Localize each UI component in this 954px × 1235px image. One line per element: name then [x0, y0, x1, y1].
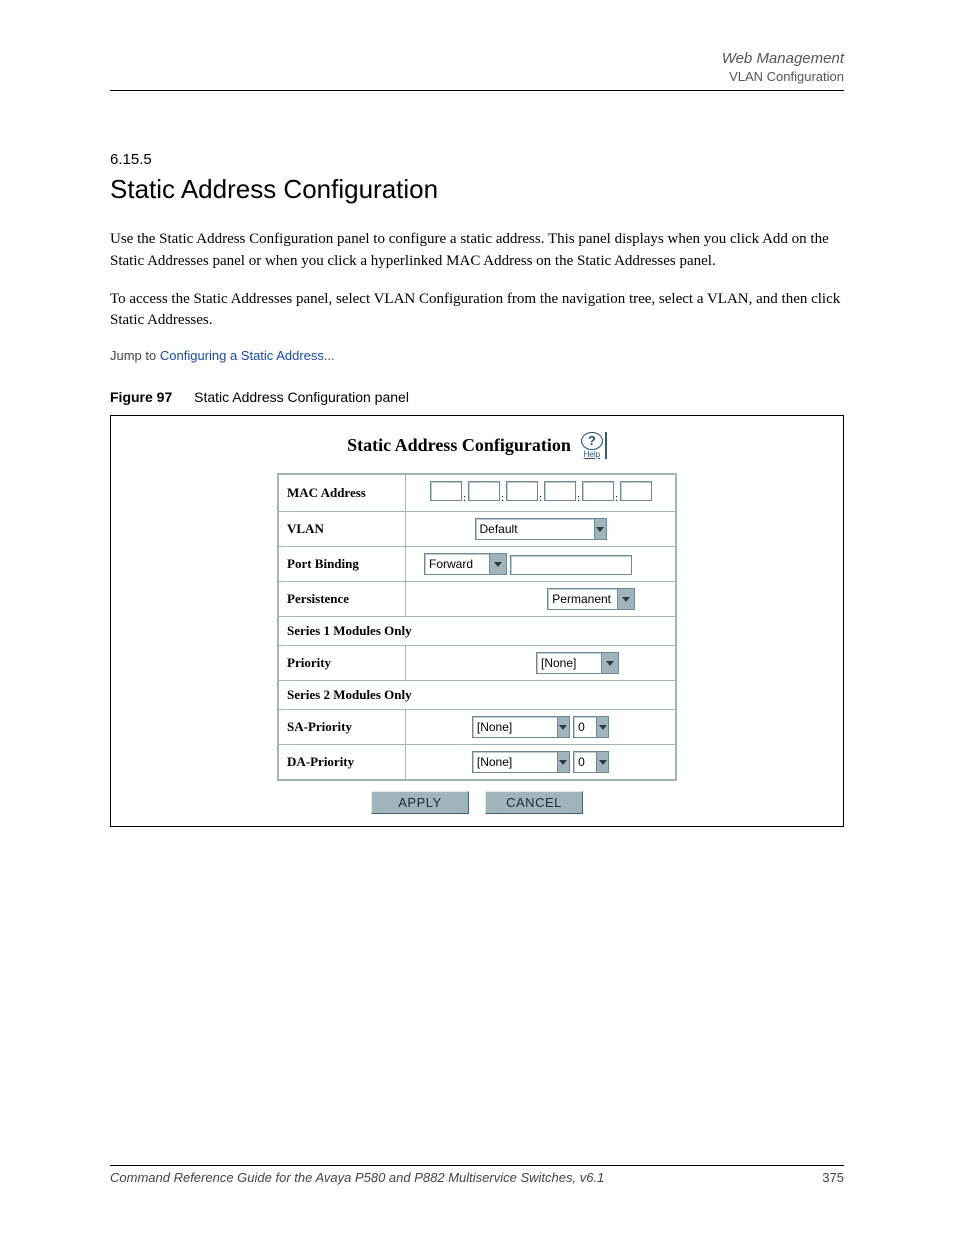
mac-seg-2[interactable] [468, 481, 500, 501]
row-priority: Priority [None] [278, 646, 676, 681]
config-panel: Static Address Configuration ? Help MAC … [111, 416, 843, 826]
config-form-table: MAC Address ::::: VLAN Default Po [277, 473, 677, 781]
chevron-down-icon [489, 554, 506, 574]
mac-address-value: ::::: [406, 474, 677, 512]
da-priority-label: DA-Priority [278, 745, 406, 781]
row-port-binding: Port Binding Forward [278, 547, 676, 582]
sa-priority-label: SA-Priority [278, 710, 406, 745]
jump-prefix: Jump to [110, 348, 160, 363]
chevron-down-icon [601, 653, 618, 673]
da-priority-num-select[interactable]: 0 [573, 751, 609, 773]
jump-link[interactable]: Configuring a Static Address [160, 348, 324, 363]
apply-button[interactable]: APPLY [371, 791, 469, 814]
figure-caption: Figure 97 Static Address Configuration p… [110, 389, 844, 405]
chevron-down-icon [594, 519, 606, 539]
mac-seg-6[interactable] [620, 481, 652, 501]
priority-label: Priority [278, 646, 406, 681]
body-text: Use the Static Address Configuration pan… [110, 229, 844, 332]
da-priority-select[interactable]: [None] [472, 751, 570, 773]
button-row: APPLY CANCEL [133, 791, 821, 814]
header-line-1: Web Management [110, 50, 844, 67]
sa-priority-value: [None] [473, 717, 557, 737]
jump-suffix: ... [324, 348, 335, 363]
vlan-select-value: Default [476, 519, 594, 539]
screenshot-frame: Static Address Configuration ? Help MAC … [110, 415, 844, 827]
figure-text: Static Address Configuration panel [194, 389, 409, 405]
row-series2-header: Series 2 Modules Only [278, 681, 676, 710]
mac-seg-4[interactable] [544, 481, 576, 501]
paragraph-1: Use the Static Address Configuration pan… [110, 229, 844, 273]
port-binding-select[interactable]: Forward [424, 553, 507, 575]
figure-label: Figure 97 [110, 389, 172, 405]
footer-rule [110, 1165, 844, 1166]
page-footer: Command Reference Guide for the Avaya P5… [110, 1165, 844, 1185]
row-mac: MAC Address ::::: [278, 474, 676, 512]
paragraph-2: To access the Static Addresses panel, se… [110, 289, 844, 333]
vlan-label: VLAN [278, 512, 406, 547]
mac-seg-1[interactable] [430, 481, 462, 501]
series2-header: Series 2 Modules Only [278, 681, 676, 710]
row-sa-priority: SA-Priority [None] 0 [278, 710, 676, 745]
persistence-value: Permanent [548, 589, 617, 609]
da-priority-value: [None] [473, 752, 557, 772]
header-rule [110, 90, 844, 91]
section-number: 6.15.5 [110, 151, 844, 168]
chevron-down-icon [557, 717, 569, 737]
series1-header: Series 1 Modules Only [278, 617, 676, 646]
vlan-select[interactable]: Default [475, 518, 607, 540]
row-da-priority: DA-Priority [None] 0 [278, 745, 676, 781]
persistence-label: Persistence [278, 582, 406, 617]
panel-title: Static Address Configuration [347, 435, 571, 456]
help-icon[interactable]: ? Help [581, 432, 607, 459]
sa-priority-num-select[interactable]: 0 [573, 716, 609, 738]
port-binding-input[interactable] [510, 555, 632, 575]
jump-line: Jump to Configuring a Static Address... [110, 348, 844, 363]
priority-select[interactable]: [None] [536, 652, 619, 674]
sa-priority-num: 0 [574, 717, 596, 737]
sa-priority-select[interactable]: [None] [472, 716, 570, 738]
priority-value: [None] [537, 653, 601, 673]
port-binding-label: Port Binding [278, 547, 406, 582]
row-persistence: Persistence Permanent [278, 582, 676, 617]
footer-left: Command Reference Guide for the Avaya P5… [110, 1170, 604, 1185]
section-title: Static Address Configuration [110, 174, 844, 205]
mac-seg-5[interactable] [582, 481, 614, 501]
question-mark-icon: ? [581, 432, 603, 450]
cancel-button[interactable]: CANCEL [485, 791, 583, 814]
row-series1-header: Series 1 Modules Only [278, 617, 676, 646]
chevron-down-icon [596, 717, 608, 737]
row-vlan: VLAN Default [278, 512, 676, 547]
mac-address-label: MAC Address [278, 474, 406, 512]
persistence-select[interactable]: Permanent [547, 588, 635, 610]
chevron-down-icon [596, 752, 608, 772]
panel-title-row: Static Address Configuration ? Help [133, 432, 821, 459]
da-priority-num: 0 [574, 752, 596, 772]
help-label: Help [584, 450, 600, 459]
chevron-down-icon [557, 752, 569, 772]
page-header: Web Management VLAN Configuration [110, 50, 844, 84]
header-line-2: VLAN Configuration [110, 69, 844, 84]
footer-page-number: 375 [822, 1170, 844, 1185]
port-binding-value: Forward [425, 554, 489, 574]
chevron-down-icon [617, 589, 634, 609]
mac-seg-3[interactable] [506, 481, 538, 501]
